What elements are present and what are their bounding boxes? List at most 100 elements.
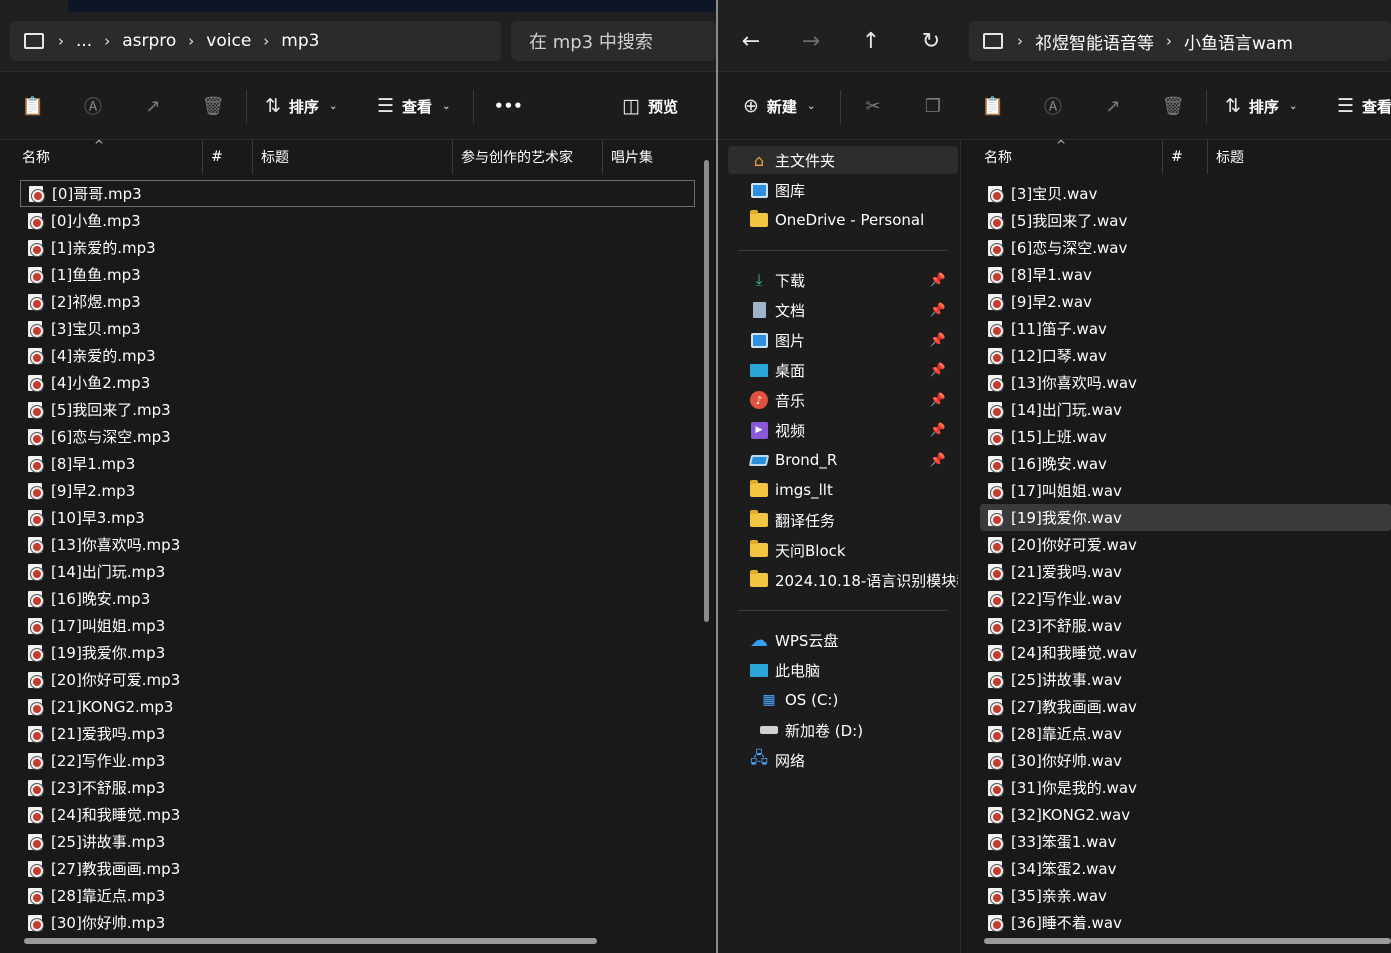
paste-icon[interactable]: 📋 xyxy=(981,94,1005,118)
file-row[interactable]: [13]你喜欢吗.wav xyxy=(980,369,1391,396)
left-search-input[interactable]: 在 mp3 中搜索 xyxy=(511,21,716,61)
file-row[interactable]: [0]哥哥.mp3 xyxy=(20,180,695,207)
file-row[interactable]: [1]亲爱的.mp3 xyxy=(20,234,695,261)
copy-icon[interactable]: ❐ xyxy=(921,94,945,118)
file-row[interactable]: [8]早1.mp3 xyxy=(20,450,695,477)
column-artist[interactable]: 参与创作的艺术家 xyxy=(453,140,603,174)
refresh-button[interactable]: ↻ xyxy=(918,28,944,54)
file-row[interactable]: [33]笨蛋1.wav xyxy=(980,828,1391,855)
column-number[interactable]: # xyxy=(1163,140,1208,174)
file-row[interactable]: [0]小鱼.mp3 xyxy=(20,207,695,234)
forward-button[interactable]: → xyxy=(798,28,824,54)
up-button[interactable]: ↑ xyxy=(858,28,884,54)
rename-icon[interactable]: Ⓐ xyxy=(1041,94,1065,118)
new-button[interactable]: ⊕ 新建 ⌄ xyxy=(743,94,815,118)
file-row[interactable]: [17]叫姐姐.mp3 xyxy=(20,612,695,639)
file-row[interactable]: [9]早2.mp3 xyxy=(20,477,695,504)
pin-icon[interactable]: 📌 xyxy=(930,453,946,468)
column-number[interactable]: # xyxy=(203,140,253,174)
breadcrumb-item-xiaoyu[interactable]: 小鱼语言wam xyxy=(1184,29,1293,54)
delete-icon[interactable]: 🗑 xyxy=(1161,94,1185,118)
file-row[interactable]: [2]祁煜.mp3 xyxy=(20,288,695,315)
more-options-button[interactable]: ••• xyxy=(494,94,523,118)
file-row[interactable]: [6]恋与深空.mp3 xyxy=(20,423,695,450)
nav-item-gallery[interactable]: 图库 xyxy=(728,176,958,204)
file-row[interactable]: [23]不舒服.mp3 xyxy=(20,774,695,801)
file-row[interactable]: [22]写作业.mp3 xyxy=(20,747,695,774)
file-row[interactable]: [30]你好帅.mp3 xyxy=(20,909,695,936)
nav-item-asr-project[interactable]: 2024.10.18-语言识别模块教 xyxy=(728,566,958,594)
file-row[interactable]: [11]笛子.wav xyxy=(980,315,1391,342)
file-row[interactable]: [35]亲亲.wav xyxy=(980,882,1391,909)
column-title[interactable]: 标题 xyxy=(1208,140,1358,174)
nav-item-brond[interactable]: Brond_R 📌 xyxy=(728,446,958,474)
file-row[interactable]: [5]我回来了.mp3 xyxy=(20,396,695,423)
nav-item-downloads[interactable]: ⤓ 下载 📌 xyxy=(728,266,958,294)
nav-item-music[interactable]: ♪ 音乐 📌 xyxy=(728,386,958,414)
file-row[interactable]: [12]口琴.wav xyxy=(980,342,1391,369)
file-row[interactable]: [14]出门玩.mp3 xyxy=(20,558,695,585)
nav-item-d-drive[interactable]: 新加卷 (D:) xyxy=(738,716,968,744)
file-row[interactable]: [25]讲故事.wav xyxy=(980,666,1391,693)
file-row[interactable]: [32]KONG2.wav xyxy=(980,801,1391,828)
file-row[interactable]: [27]教我画画.wav xyxy=(980,693,1391,720)
file-row[interactable]: [4]小鱼2.mp3 xyxy=(20,369,695,396)
breadcrumb-item-voice[interactable]: voice xyxy=(206,31,251,51)
file-row[interactable]: [16]晚安.mp3 xyxy=(20,585,695,612)
file-row[interactable]: [6]恋与深空.wav xyxy=(980,234,1391,261)
file-row[interactable]: [16]晚安.wav xyxy=(980,450,1391,477)
file-row[interactable]: [20]你好可爱.mp3 xyxy=(20,666,695,693)
file-row[interactable]: [28]靠近点.mp3 xyxy=(20,882,695,909)
file-row[interactable]: [15]上班.wav xyxy=(980,423,1391,450)
back-button[interactable]: ← xyxy=(738,28,764,54)
file-row[interactable]: [4]亲爱的.mp3 xyxy=(20,342,695,369)
breadcrumb-item-asrpro[interactable]: asrpro xyxy=(122,31,176,51)
file-row[interactable]: [21]爱我吗.wav xyxy=(980,558,1391,585)
left-vertical-scrollbar[interactable] xyxy=(704,160,709,622)
computer-icon[interactable] xyxy=(24,33,44,49)
pin-icon[interactable]: 📌 xyxy=(930,393,946,408)
file-row[interactable]: [31]你是我的.wav xyxy=(980,774,1391,801)
file-row[interactable]: [1]鱼鱼.mp3 xyxy=(20,261,695,288)
cut-icon[interactable]: ✂ xyxy=(861,94,885,118)
view-button[interactable]: ☰ 查看 ⌄ xyxy=(377,94,450,118)
sort-button[interactable]: ⇅ 排序 ⌄ xyxy=(1225,94,1297,118)
file-row[interactable]: [24]和我睡觉.wav xyxy=(980,639,1391,666)
nav-item-onedrive[interactable]: OneDrive - Personal xyxy=(728,206,958,234)
pin-icon[interactable]: 📌 xyxy=(930,363,946,378)
nav-item-c-drive[interactable]: ▦ OS (C:) xyxy=(738,686,968,714)
breadcrumb-item-mp3[interactable]: mp3 xyxy=(281,31,319,51)
column-title[interactable]: 标题 xyxy=(253,140,453,174)
file-row[interactable]: [17]叫姐姐.wav xyxy=(980,477,1391,504)
paste-icon[interactable]: 📋 xyxy=(21,94,45,118)
left-horizontal-scrollbar[interactable] xyxy=(24,938,597,944)
file-row[interactable]: [10]早3.mp3 xyxy=(20,504,695,531)
sort-button[interactable]: ⇅ 排序 ⌄ xyxy=(265,94,337,118)
right-breadcrumb[interactable]: › 祁煜智能语音等 › 小鱼语言wam xyxy=(969,21,1391,61)
file-row[interactable]: [21]KONG2.mp3 xyxy=(20,693,695,720)
pin-icon[interactable]: 📌 xyxy=(930,273,946,288)
computer-icon[interactable] xyxy=(983,33,1003,49)
right-horizontal-scrollbar[interactable] xyxy=(984,938,1391,944)
left-breadcrumb[interactable]: › ... › asrpro › voice › mp3 xyxy=(10,21,501,61)
file-row[interactable]: [8]早1.wav xyxy=(980,261,1391,288)
nav-item-imgs[interactable]: imgs_llt xyxy=(728,476,958,504)
nav-item-wps[interactable]: ☁ WPS云盘 xyxy=(728,626,958,654)
column-name[interactable]: ^ 名称 xyxy=(14,140,203,174)
column-name[interactable]: ^ 名称 xyxy=(976,140,1163,174)
file-row[interactable]: [13]你喜欢吗.mp3 xyxy=(20,531,695,558)
nav-item-documents[interactable]: 文档 📌 xyxy=(728,296,958,324)
rename-icon[interactable]: Ⓐ xyxy=(81,94,105,118)
file-row[interactable]: [30]你好帅.wav xyxy=(980,747,1391,774)
nav-item-network[interactable]: 🖧 网络 xyxy=(728,746,958,774)
file-row[interactable]: [25]讲故事.mp3 xyxy=(20,828,695,855)
file-row[interactable]: [34]笨蛋2.wav xyxy=(980,855,1391,882)
column-album[interactable]: 唱片集 xyxy=(603,140,703,174)
file-row[interactable]: [9]早2.wav xyxy=(980,288,1391,315)
nav-item-translate[interactable]: 翻译任务 xyxy=(728,506,958,534)
file-row[interactable]: [19]我爱你.wav xyxy=(980,504,1391,531)
file-row[interactable]: [14]出门玩.wav xyxy=(980,396,1391,423)
file-row[interactable]: [3]宝贝.wav xyxy=(980,180,1391,207)
file-row[interactable]: [22]写作业.wav xyxy=(980,585,1391,612)
share-icon[interactable]: ↗ xyxy=(1101,94,1125,118)
